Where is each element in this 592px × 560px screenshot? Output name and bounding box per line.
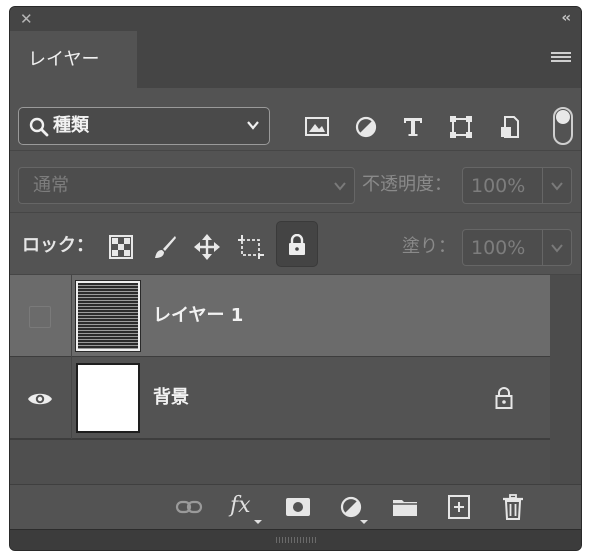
layer-thumbnail (75, 280, 141, 352)
blend-row: 通常 不透明度： 100% (10, 150, 581, 213)
fill-label: 塗り： (402, 236, 456, 257)
scrollbar-track[interactable] (550, 275, 581, 484)
resize-grip-icon[interactable] (276, 537, 316, 543)
search-icon (29, 117, 49, 137)
lock-label: ロック： (22, 235, 94, 256)
panel-titlebar: ✕ ‹‹ (10, 7, 581, 31)
adjustment-icon (340, 496, 362, 518)
visibility-toggle[interactable] (10, 275, 72, 357)
link-icon (175, 500, 203, 514)
image-filter-icon[interactable] (304, 115, 330, 139)
field-divider (542, 168, 543, 203)
new-group-button[interactable] (390, 493, 420, 521)
tab-layers[interactable]: レイヤー (10, 31, 137, 88)
dropdown-triangle-icon (254, 520, 262, 524)
new-adjustment-layer-button[interactable] (336, 493, 368, 524)
panel-menu-icon[interactable] (551, 52, 571, 66)
lock-position-icon[interactable] (194, 234, 220, 260)
mask-icon (286, 498, 310, 516)
blend-mode-label: 通常 (33, 175, 69, 196)
layer-list: レイヤー 1 背景 (10, 275, 550, 484)
lock-row: ロック： 塗り： 100% (10, 213, 581, 275)
trash-icon (503, 494, 523, 520)
layer-style-button[interactable]: fx (230, 493, 262, 524)
add-layer-icon (448, 495, 470, 519)
collapse-panel-button[interactable]: ‹‹ (561, 10, 570, 26)
tab-layers-label: レイヤー (28, 49, 100, 70)
blend-mode-select[interactable]: 通常 (18, 167, 355, 204)
delete-layer-button[interactable] (498, 493, 528, 521)
layer-list-empty-area (10, 439, 550, 484)
filter-kind-select[interactable]: 種類 (18, 107, 270, 145)
fx-label: fx (230, 493, 251, 518)
layer-row[interactable]: レイヤー 1 (10, 275, 550, 357)
opacity-field[interactable]: 100% (462, 167, 572, 204)
chevron-down-icon[interactable] (549, 240, 565, 256)
lock-image-pixels-icon[interactable] (151, 234, 177, 260)
lock-all-button[interactable] (276, 221, 318, 267)
filter-row: 種類 (10, 88, 581, 150)
chevron-down-icon (334, 182, 346, 191)
new-layer-button[interactable] (444, 493, 474, 521)
chevron-down-icon[interactable] (549, 178, 565, 194)
dropdown-triangle-icon (360, 520, 368, 524)
folder-icon (393, 500, 417, 516)
layer-name[interactable]: レイヤー 1 (153, 304, 243, 328)
filter-kind-label: 種類 (53, 115, 89, 136)
add-mask-button[interactable] (283, 493, 313, 521)
layer-row[interactable]: 背景 (10, 357, 550, 439)
opacity-label: 不透明度： (362, 174, 452, 195)
type-filter-icon[interactable] (400, 115, 426, 139)
layer-thumbnail (76, 363, 140, 433)
filter-toggle-switch[interactable] (553, 107, 573, 145)
smart-object-filter-icon[interactable] (497, 115, 523, 139)
field-divider (542, 230, 543, 265)
opacity-value: 100% (471, 175, 526, 197)
lock-transparent-pixels-icon[interactable] (108, 234, 134, 260)
layer-name[interactable]: 背景 (153, 386, 189, 410)
shape-filter-icon[interactable] (448, 115, 474, 139)
eye-icon (28, 393, 52, 405)
adjustment-filter-icon[interactable] (353, 115, 379, 139)
layers-bottom-toolbar: fx (10, 484, 581, 529)
panel-resize-bar[interactable] (10, 529, 581, 550)
lock-icon[interactable] (494, 386, 514, 410)
lock-icon (289, 234, 305, 255)
close-icon[interactable]: ✕ (20, 11, 33, 27)
visibility-toggle[interactable] (10, 357, 72, 439)
layers-panel: ✕ ‹‹ レイヤー 種類 通常 不透明度： 100% ロック： 塗り： 100%… (9, 6, 582, 551)
fill-value: 100% (471, 237, 526, 259)
lock-artboard-icon[interactable] (237, 234, 264, 260)
chevron-down-icon (247, 121, 259, 130)
panel-tabbar: レイヤー (10, 31, 581, 88)
fill-field[interactable]: 100% (462, 229, 572, 266)
link-layers-button[interactable] (174, 493, 204, 521)
visibility-off-box (29, 306, 51, 328)
